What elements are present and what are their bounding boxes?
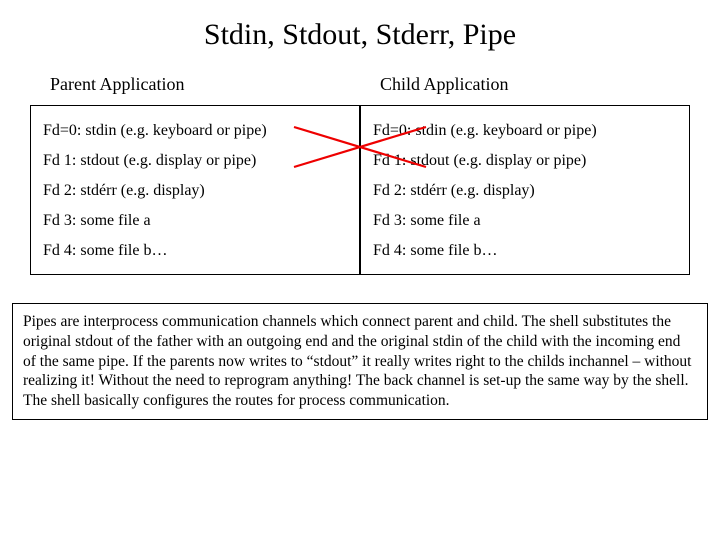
fd-item: Fd 4: some file b… — [373, 236, 677, 266]
fd-item: Fd 2: stdérr (e.g. display) — [373, 176, 677, 206]
fd-item: Fd 2: stdérr (e.g. display) — [43, 176, 347, 206]
fd-item: Fd=0: stdin (e.g. keyboard or pipe) — [43, 116, 347, 146]
child-column: Child Application Fd=0: stdin (e.g. keyb… — [360, 62, 690, 275]
parent-fd-box: Fd=0: stdin (e.g. keyboard or pipe) Fd 1… — [30, 105, 360, 275]
child-header: Child Application — [360, 62, 690, 105]
fd-item: Fd 3: some file a — [43, 206, 347, 236]
fd-item: Fd 1: stdout (e.g. display or pipe) — [43, 146, 347, 176]
child-fd-box: Fd=0: stdin (e.g. keyboard or pipe) Fd 1… — [360, 105, 690, 275]
fd-item: Fd 4: some file b… — [43, 236, 347, 266]
description-box: Pipes are interprocess communication cha… — [12, 303, 708, 420]
slide-title: Stdin, Stdout, Stderr, Pipe — [0, 0, 720, 62]
fd-item: Fd 3: some file a — [373, 206, 677, 236]
parent-header: Parent Application — [30, 62, 360, 105]
fd-item: Fd 1: stdout (e.g. display or pipe) — [373, 146, 677, 176]
columns-container: Parent Application Fd=0: stdin (e.g. key… — [0, 62, 720, 275]
parent-column: Parent Application Fd=0: stdin (e.g. key… — [30, 62, 360, 275]
fd-item: Fd=0: stdin (e.g. keyboard or pipe) — [373, 116, 677, 146]
